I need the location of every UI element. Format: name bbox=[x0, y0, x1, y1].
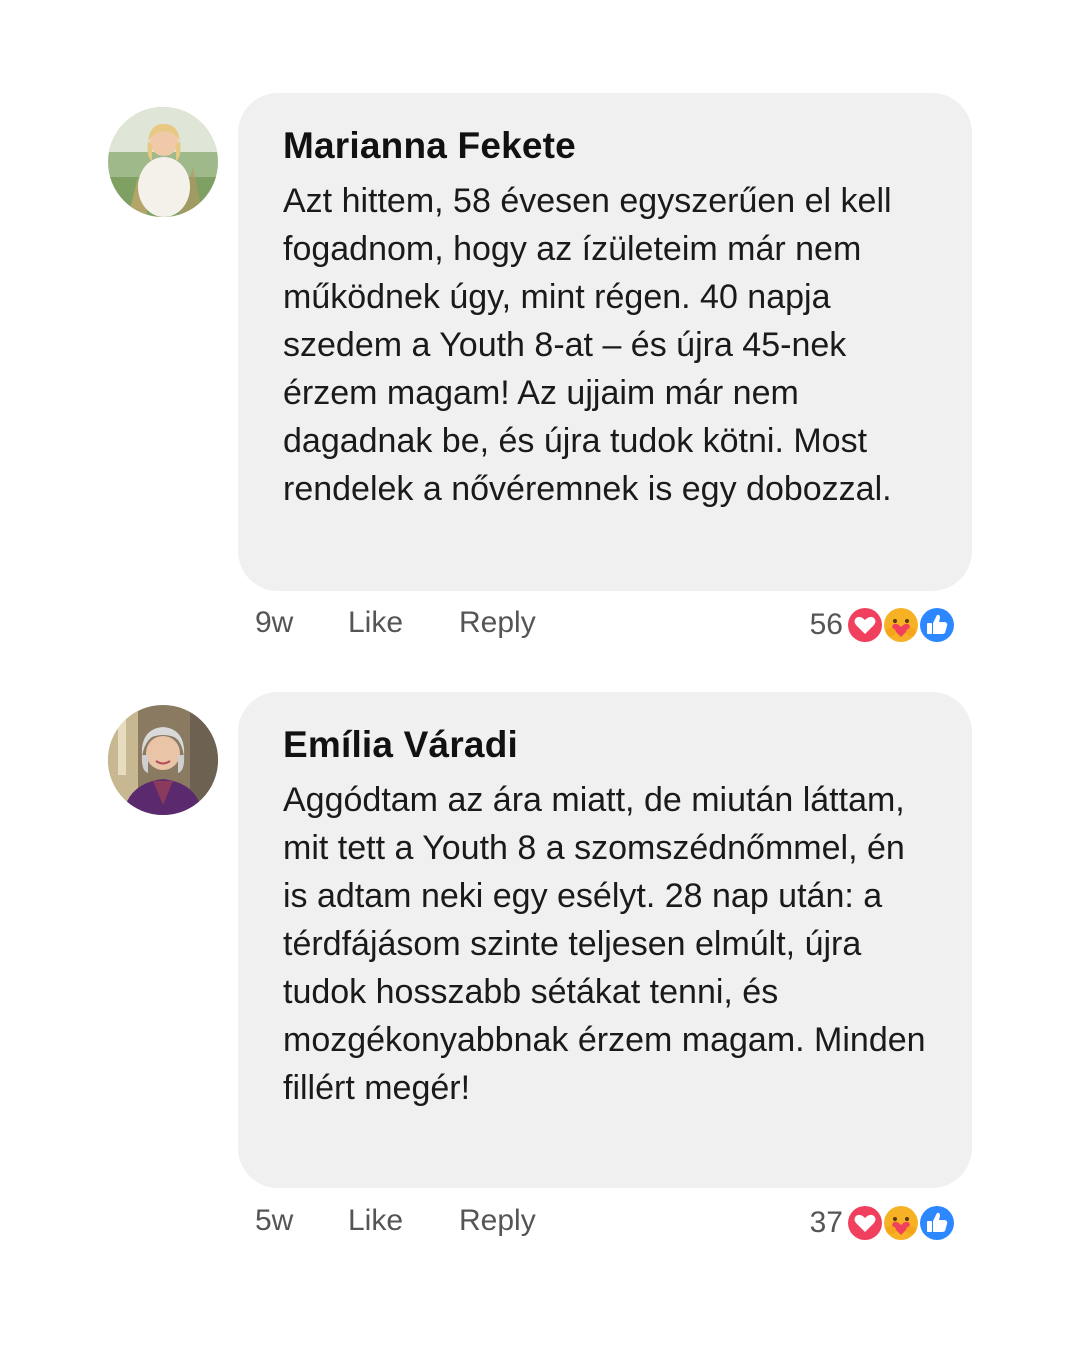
comment-bubble: Emília Váradi Aggódtam az ára miatt, de … bbox=[238, 692, 972, 1188]
reply-button[interactable]: Reply bbox=[459, 1204, 536, 1238]
reaction-count: 37 bbox=[809, 1206, 843, 1239]
comment-bubble: Marianna Fekete Azt hittem, 58 évesen eg… bbox=[238, 93, 972, 591]
like-icon bbox=[918, 1204, 956, 1242]
reactions-summary[interactable]: 37 bbox=[810, 1198, 957, 1248]
reaction-count: 56 bbox=[809, 608, 843, 641]
love-icon bbox=[846, 606, 884, 644]
care-icon bbox=[882, 1204, 920, 1242]
love-icon bbox=[846, 1204, 884, 1242]
care-icon bbox=[882, 606, 920, 644]
avatar-photo bbox=[108, 705, 218, 815]
comment-text: Aggódtam az ára miatt, de miután láttam,… bbox=[283, 781, 926, 1107]
comment-actions: 5w Like Reply 37 bbox=[255, 1198, 957, 1248]
comment-author[interactable]: Marianna Fekete bbox=[283, 123, 932, 169]
like-icon bbox=[918, 606, 956, 644]
comment-timestamp[interactable]: 9w bbox=[255, 606, 293, 640]
avatar[interactable] bbox=[108, 705, 218, 815]
comment-author[interactable]: Emília Váradi bbox=[283, 722, 932, 768]
reply-button[interactable]: Reply bbox=[459, 606, 536, 640]
avatar[interactable] bbox=[108, 107, 218, 217]
like-button[interactable]: Like bbox=[348, 1204, 403, 1238]
avatar-photo bbox=[108, 107, 218, 217]
reactions-summary[interactable]: 56 bbox=[810, 600, 957, 650]
like-button[interactable]: Like bbox=[348, 606, 403, 640]
comment-text: Azt hittem, 58 évesen egyszerűen el kell… bbox=[283, 182, 892, 508]
comment-actions: 9w Like Reply 56 bbox=[255, 600, 957, 650]
comment-timestamp[interactable]: 5w bbox=[255, 1204, 293, 1238]
